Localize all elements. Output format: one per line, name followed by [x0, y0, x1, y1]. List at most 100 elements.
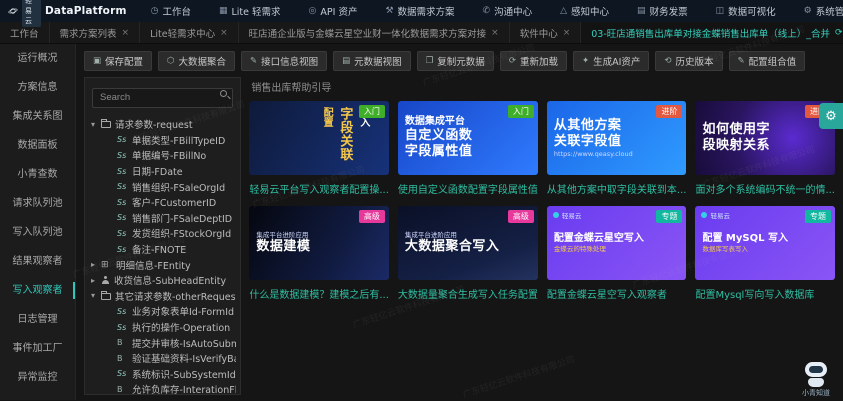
tree-node[interactable]: B验证基础资料-IsVerifyBaseDataField — [89, 350, 236, 366]
sidebar-item-写入队列池[interactable]: 写入队列池 — [0, 218, 75, 247]
tab-refresh-icon[interactable]: ⟳ — [835, 28, 843, 38]
assistant-mascot[interactable]: 小青知道 — [799, 362, 833, 398]
card-caption[interactable]: 面对多个系统编码不统一的情... — [695, 181, 835, 196]
toolbar-button-重新加载[interactable]: ⟳重新加载 — [500, 51, 567, 71]
string-icon: Ss — [117, 245, 128, 254]
navbar-item-Lite 轻需求[interactable]: ▦Lite 轻需求 — [205, 0, 295, 22]
toolbar-button-接口信息视图[interactable]: ✎接口信息视图 — [241, 51, 327, 71]
navbar-item-label: Lite 轻需求 — [232, 4, 281, 18]
toolbar-button-生成AI资产[interactable]: ✦生成AI资产 — [573, 51, 649, 71]
card-caption[interactable]: 使用自定义函数配置字段属性值 — [398, 181, 538, 196]
sidebar-item-数据面板[interactable]: 数据面板 — [0, 131, 75, 160]
navbar-item-感知中心[interactable]: △感知中心 — [546, 0, 623, 22]
navbar-item-工作台[interactable]: ◷工作台 — [137, 0, 205, 22]
navbar-item-财务发票[interactable]: ▤财务发票 — [623, 0, 702, 22]
sidebar-item-运行概况[interactable]: 运行概况 — [0, 44, 75, 73]
tab-软件中心[interactable]: 软件中心× — [510, 22, 582, 43]
toolbar-button-复制元数据[interactable]: ❐复制元数据 — [417, 51, 494, 71]
section-title: 销售出库帮助引导 — [251, 79, 835, 94]
sidebar-item-事件加工厂[interactable]: 事件加工厂 — [0, 334, 75, 363]
search-input[interactable] — [92, 88, 233, 108]
sidebar-item-请求队列池[interactable]: 请求队列池 — [0, 189, 75, 218]
search-icon — [220, 90, 227, 97]
tree-node[interactable]: ▸收货信息-SubHeadEntity — [89, 272, 236, 288]
tree-node[interactable]: Ss执行的操作-Operation — [89, 319, 236, 335]
tree-node[interactable]: B允许负库存-InterationFlags — [89, 382, 236, 395]
navbar-item-数据需求方案[interactable]: ⚒数据需求方案 — [371, 0, 468, 22]
sidebar-item-集成关系图[interactable]: 集成关系图 — [0, 102, 75, 131]
tab-03-旺店通销售出库单对接金蝶销售出库单（线上）_合并[interactable]: 03-旺店通销售出库单对接金蝶销售出库单（线上）_合并⟳× — [581, 22, 843, 43]
card-caption[interactable]: 配置Mysql写向写入数据库 — [695, 286, 835, 301]
tree-node[interactable]: Ss客户-FCustomerID — [89, 194, 236, 210]
tree-node[interactable]: B提交并审核-IsAutoSubmitAndAudit — [89, 335, 236, 351]
sidebar-item-写入观察者[interactable]: 写入观察者 — [0, 276, 75, 305]
tab-label: Lite轻需求中心 — [150, 26, 215, 40]
card-caption[interactable]: 大数据量聚合生成写入任务配置 — [398, 286, 538, 301]
tab-close-icon[interactable]: × — [491, 28, 499, 38]
tree-node[interactable]: Ss销售组织-FSaleOrgId — [89, 179, 236, 195]
tab-label: 03-旺店通销售出库单对接金蝶销售出库单（线上）_合并 — [591, 26, 830, 40]
tree-node[interactable]: Ss日期-FDate — [89, 163, 236, 179]
bool-icon: B — [117, 354, 128, 363]
folder-icon — [101, 293, 111, 300]
navbar-item-label: 数据可视化 — [728, 4, 776, 18]
sidebar-item-小青查数[interactable]: 小青查数 — [0, 160, 75, 189]
tab-Lite轻需求中心[interactable]: Lite轻需求中心 × — [140, 22, 239, 43]
tree-expand-arrow[interactable]: ▸ — [89, 260, 97, 269]
toolbar-button-配置组合值[interactable]: ✎配置组合值 — [729, 51, 806, 71]
tree-node-label: 日期-FDate — [132, 164, 183, 178]
toolbar-button-大数据聚合[interactable]: ⬡大数据聚合 — [158, 51, 235, 71]
sidebar-item-结果观察者[interactable]: 结果观察者 — [0, 247, 75, 276]
tree-node[interactable]: ▸⊞明细信息-FEntity — [89, 257, 236, 273]
tree-node[interactable]: Ss单据类型-FBillTypeID — [89, 132, 236, 148]
sidebar-item-异常监控[interactable]: 异常监控 — [0, 363, 75, 392]
help-card[interactable]: 轻易云配置金蝶云星空写入金蝶云的特殊处理专题配置金蝶云星空写入观察者 — [547, 206, 687, 301]
help-card[interactable]: 写入字段关联配置入门轻易云平台写入观察者配置操... — [249, 101, 389, 196]
navbar-item-沟通中心[interactable]: ✆沟通中心 — [469, 0, 547, 22]
toolbar-button-保存配置[interactable]: ▣保存配置 — [84, 51, 152, 71]
toolbar-button-元数据视图[interactable]: ▤元数据视图 — [333, 51, 411, 71]
thumb-text: 集成平台进阶应用 — [405, 231, 531, 239]
tree-node[interactable]: ▾请求参数-request — [89, 117, 236, 133]
help-card[interactable]: 如何使用字段映射关系进阶面对多个系统编码不统一的情... — [695, 101, 835, 196]
tab-旺店通企业版与金蝶云星空业财一体化数据需求方案对接[interactable]: 旺店通企业版与金蝶云星空业财一体化数据需求方案对接× — [239, 22, 510, 43]
tree-expand-arrow[interactable]: ▾ — [89, 120, 97, 129]
settings-float-button[interactable]: ⚙ — [819, 103, 843, 129]
tree-node[interactable]: Ss备注-FNOTE — [89, 241, 236, 257]
tree-node[interactable]: ▾其它请求参数-otherRequest — [89, 288, 236, 304]
tab-close-icon[interactable]: × — [220, 28, 228, 38]
help-card[interactable]: 集成平台进阶应用大数据聚合写入高级大数据量聚合生成写入任务配置 — [398, 206, 538, 301]
tree-node[interactable]: Ss系统标识-SubSystemId — [89, 366, 236, 382]
help-card[interactable]: 数据集成平台自定义函数字段属性值入门使用自定义函数配置字段属性值 — [398, 101, 538, 196]
toolbar-button-label: 生成AI资产 — [593, 54, 640, 68]
thumb-text: 如何使用字 — [702, 122, 828, 138]
card-caption[interactable]: 从其他方案中取字段关联到本... — [547, 181, 687, 196]
navbar-item-icon: △ — [560, 6, 567, 16]
card-caption[interactable]: 轻易云平台写入观察者配置操... — [249, 181, 389, 196]
card-caption[interactable]: 什么是数据建模？建模之后有... — [249, 286, 389, 301]
tab-close-icon[interactable]: × — [122, 28, 130, 38]
product-name: DataPlatform — [45, 5, 127, 17]
tree-node[interactable]: Ss单据编号-FBillNo — [89, 148, 236, 164]
navbar-item-数据可视化[interactable]: ◫数据可视化 — [702, 0, 790, 22]
brand[interactable]: 轻易云 DataPlatform — [0, 0, 137, 27]
toolbar-button-历史版本[interactable]: ⟲历史版本 — [655, 51, 722, 71]
sidebar-item-方案信息[interactable]: 方案信息 — [0, 73, 75, 102]
tree-expand-arrow[interactable]: ▾ — [89, 291, 97, 300]
help-card[interactable]: 集成平台进阶应用数据建模高级什么是数据建模？建模之后有... — [249, 206, 389, 301]
help-card[interactable]: 从其他方案关联字段值https://www.qeasy.cloud进阶从其他方案… — [547, 101, 687, 196]
tree-expand-arrow[interactable]: ▸ — [89, 276, 97, 285]
level-badge: 高级 — [359, 210, 385, 223]
string-icon: Ss — [117, 229, 128, 238]
tree-node[interactable]: Ss发货组织-FStockOrgId — [89, 226, 236, 242]
sidebar-item-日志管理[interactable]: 日志管理 — [0, 305, 75, 334]
tree-node[interactable]: Ss销售部门-FSaleDeptID — [89, 210, 236, 226]
navbar-menu: ◷工作台▦Lite 轻需求◎API 资产⚒数据需求方案✆沟通中心△感知中心▤财务… — [137, 0, 843, 22]
navbar-item-系统管理[interactable]: ⚙系统管理 — [790, 0, 843, 22]
tree-node[interactable]: Ss业务对象表单Id-FormId — [89, 304, 236, 320]
toolbar-button-label: 历史版本 — [676, 54, 714, 68]
tab-close-icon[interactable]: × — [563, 28, 571, 38]
card-caption[interactable]: 配置金蝶云星空写入观察者 — [547, 286, 687, 301]
help-card[interactable]: 轻易云配置 MySQL 写入数据库写表写入专题配置Mysql写向写入数据库 — [695, 206, 835, 301]
navbar-item-API 资产[interactable]: ◎API 资产 — [295, 0, 372, 22]
